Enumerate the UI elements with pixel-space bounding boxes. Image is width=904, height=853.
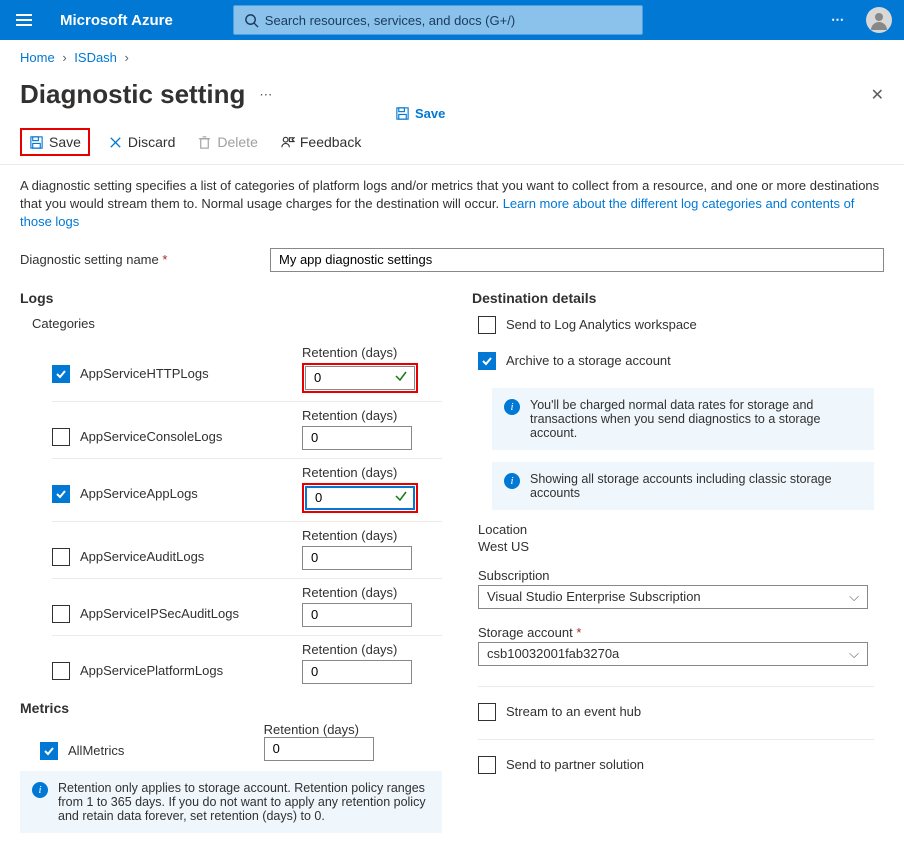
category-checkbox[interactable] (52, 662, 70, 680)
metric-checkbox[interactable] (40, 742, 58, 760)
charge-info: i You'll be charged normal data rates fo… (492, 388, 874, 450)
category-label: AppServiceConsoleLogs (80, 429, 222, 444)
category-checkbox[interactable] (52, 485, 70, 503)
discard-button[interactable]: Discard (104, 132, 179, 152)
location-label: Location (478, 522, 874, 537)
storage-label: Storage account * (478, 625, 874, 640)
info-icon: i (504, 473, 520, 489)
category-label: AppServiceAppLogs (80, 486, 198, 501)
metric-retention-input[interactable] (264, 737, 374, 761)
breadcrumb-home[interactable]: Home (20, 50, 55, 65)
save-icon (395, 106, 410, 121)
retention-input[interactable] (302, 603, 412, 627)
send-law-label: Send to Log Analytics workspace (506, 317, 697, 332)
chevron-down-icon: ⌵ (849, 646, 859, 662)
menu-icon[interactable] (12, 8, 36, 32)
logs-heading: Logs (20, 290, 442, 306)
category-checkbox[interactable] (52, 605, 70, 623)
feedback-icon (280, 135, 295, 150)
save-icon (29, 135, 44, 150)
dest-hub-row: Stream to an event hub (478, 686, 874, 721)
metric-row: AllMetrics Retention (days) (40, 716, 442, 761)
storage-select[interactable]: csb10032001fab3270a ⌵ (478, 642, 868, 666)
search-box[interactable] (233, 5, 643, 35)
partner-checkbox[interactable] (478, 756, 496, 774)
destination-heading: Destination details (472, 290, 874, 306)
archive-checkbox[interactable] (478, 352, 496, 370)
dest-law-row: Send to Log Analytics workspace (478, 316, 874, 334)
save-button[interactable]: Save (20, 128, 90, 156)
retention-input[interactable] (302, 660, 412, 684)
showing-info: i Showing all storage accounts including… (492, 462, 874, 510)
retention-info: i Retention only applies to storage acco… (20, 771, 442, 833)
category-label: AppServicePlatformLogs (80, 663, 223, 678)
setting-name-label: Diagnostic setting name * (20, 252, 250, 267)
category-label: AppServiceIPSecAuditLogs (80, 606, 239, 621)
description: A diagnostic setting specifies a list of… (0, 165, 904, 240)
title-row: Diagnostic setting ⋯ ✕ (0, 75, 904, 120)
setting-name-row: Diagnostic setting name * (0, 240, 904, 290)
retention-label: Retention (days) (302, 528, 412, 543)
category-row: AppServicePlatformLogs Retention (days) (52, 635, 442, 692)
archive-label: Archive to a storage account (506, 353, 671, 368)
search-icon (244, 13, 259, 28)
chevron-right-icon: › (125, 50, 129, 65)
subscription-select[interactable]: Visual Studio Enterprise Subscription ⌵ (478, 585, 868, 609)
info-icon: i (504, 399, 520, 415)
search-input[interactable] (265, 13, 632, 28)
avatar[interactable] (866, 7, 892, 33)
categories-label: Categories (32, 316, 442, 331)
retention-label: Retention (days) (302, 345, 418, 360)
dest-archive-row: Archive to a storage account (478, 352, 874, 370)
retention-label: Retention (days) (302, 465, 418, 480)
delete-button[interactable]: Delete (193, 132, 261, 152)
chevron-down-icon: ⌵ (849, 589, 859, 605)
top-bar: Microsoft Azure ⋯ (0, 0, 904, 40)
check-icon (394, 369, 408, 386)
metric-label: AllMetrics (68, 743, 124, 758)
retention-label: Retention (days) (264, 722, 359, 737)
metrics-heading: Metrics (20, 700, 442, 716)
title-more-icon[interactable]: ⋯ (259, 87, 272, 103)
page-title: Diagnostic setting (20, 79, 245, 110)
category-checkbox[interactable] (52, 365, 70, 383)
category-row: AppServiceAuditLogs Retention (days) (52, 521, 442, 578)
feedback-button[interactable]: Feedback (276, 132, 365, 152)
retention-label: Retention (days) (302, 585, 412, 600)
category-row: AppServiceConsoleLogs Retention (days) (52, 401, 442, 458)
category-checkbox[interactable] (52, 548, 70, 566)
category-row: AppServiceAppLogs Retention (days) (52, 458, 442, 521)
check-icon (394, 489, 408, 506)
close-icon (108, 135, 123, 150)
breadcrumb-isdash[interactable]: ISDash (74, 50, 117, 65)
location-value: West US (478, 539, 874, 554)
stream-hub-checkbox[interactable] (478, 703, 496, 721)
stream-hub-label: Stream to an event hub (506, 704, 641, 719)
close-icon[interactable]: ✕ (871, 85, 884, 105)
retention-label: Retention (days) (302, 408, 412, 423)
retention-input[interactable] (302, 546, 412, 570)
category-checkbox[interactable] (52, 428, 70, 446)
retention-input[interactable] (302, 426, 412, 450)
delete-icon (197, 135, 212, 150)
brand-label: Microsoft Azure (60, 12, 173, 29)
toolbar: Save Discard Delete Feedback (0, 120, 904, 165)
category-label: AppServiceAuditLogs (80, 549, 204, 564)
category-row: AppServiceIPSecAuditLogs Retention (days) (52, 578, 442, 635)
info-icon: i (32, 782, 48, 798)
subscription-label: Subscription (478, 568, 874, 583)
partner-label: Send to partner solution (506, 757, 644, 772)
category-label: AppServiceHTTPLogs (80, 366, 209, 381)
category-row: AppServiceHTTPLogs Retention (days) (52, 339, 442, 401)
retention-label: Retention (days) (302, 642, 412, 657)
save-hint: Save (395, 106, 445, 121)
chevron-right-icon: › (62, 50, 66, 65)
dest-partner-row: Send to partner solution (478, 739, 874, 774)
send-law-checkbox[interactable] (478, 316, 496, 334)
setting-name-input[interactable] (270, 248, 884, 272)
breadcrumb: Home › ISDash › (0, 40, 904, 75)
more-icon[interactable]: ⋯ (831, 12, 846, 28)
